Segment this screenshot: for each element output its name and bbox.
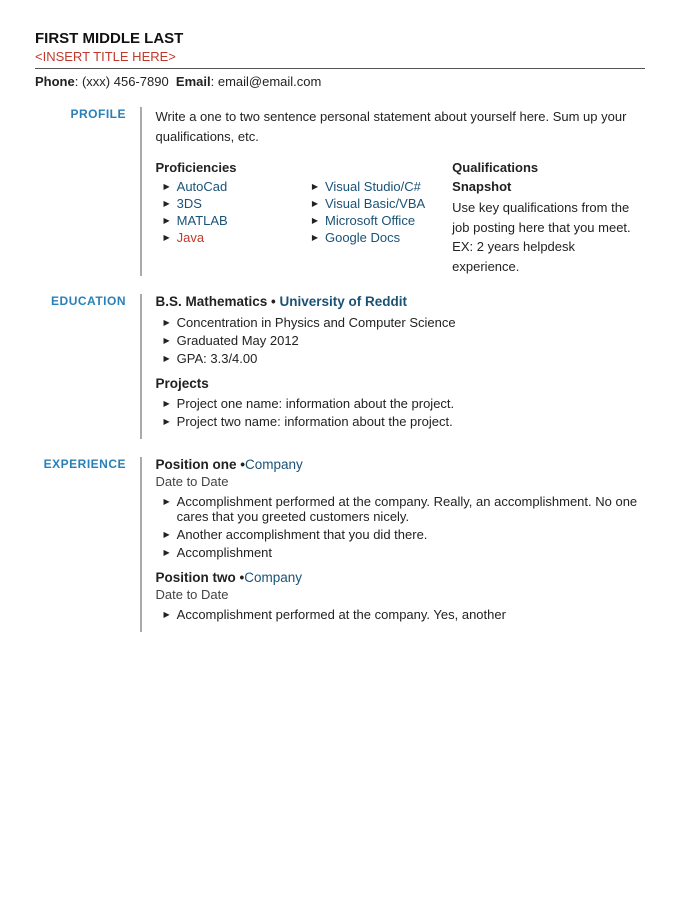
list-item: Visual Studio/C# bbox=[304, 179, 452, 194]
snapshot-title: Snapshot bbox=[452, 179, 645, 194]
position2-company: Company bbox=[244, 570, 302, 585]
projects-list: Project one name: information about the … bbox=[156, 396, 646, 429]
list-item: Project two name: information about the … bbox=[156, 414, 646, 429]
header: FIRST MIDDLE LAST <INSERT TITLE HERE> Ph… bbox=[35, 30, 645, 89]
profile-text: Write a one to two sentence personal sta… bbox=[156, 107, 646, 146]
education-section: EDUCATION B.S. Mathematics • University … bbox=[35, 294, 645, 439]
position1-company: Company bbox=[245, 457, 303, 472]
list-item: Project one name: information about the … bbox=[156, 396, 646, 411]
degree: B.S. Mathematics bbox=[156, 294, 268, 309]
position1-bullets: Accomplishment performed at the company.… bbox=[156, 494, 646, 560]
proficiencies-list2: Visual Studio/C# Visual Basic/VBA Micros… bbox=[304, 179, 452, 245]
university: University of Reddit bbox=[280, 294, 408, 309]
job-title: <INSERT TITLE HERE> bbox=[35, 49, 645, 64]
qualifications-col: Qualifications Snapshot Use key qualific… bbox=[452, 160, 645, 276]
list-item: Accomplishment performed at the company.… bbox=[156, 607, 646, 622]
list-item: Google Docs bbox=[304, 230, 452, 245]
list-item: 3DS bbox=[156, 196, 304, 211]
list-item: Concentration in Physics and Computer Sc… bbox=[156, 315, 646, 330]
list-item: Microsoft Office bbox=[304, 213, 452, 228]
email-address: email@email.com bbox=[218, 74, 322, 89]
experience-label: EXPERIENCE bbox=[35, 457, 140, 632]
list-item: Accomplishment bbox=[156, 545, 646, 560]
education-label: EDUCATION bbox=[35, 294, 140, 439]
experience-content: Position one •Company Date to Date Accom… bbox=[156, 457, 646, 632]
profile-content: Write a one to two sentence personal sta… bbox=[156, 107, 646, 276]
position2-name: Position two bbox=[156, 570, 236, 585]
list-item: Visual Basic/VBA bbox=[304, 196, 452, 211]
proficiencies-col1: Proficiencies AutoCad 3DS MATLAB Java bbox=[156, 160, 304, 276]
proficiencies-col2: Visual Studio/C# Visual Basic/VBA Micros… bbox=[304, 160, 452, 276]
list-item: Java bbox=[156, 230, 304, 245]
proficiencies-list1: AutoCad 3DS MATLAB Java bbox=[156, 179, 304, 245]
full-name: FIRST MIDDLE LAST bbox=[35, 30, 645, 47]
contact-info: Phone: (xxx) 456-7890 Email: email@email… bbox=[35, 74, 645, 89]
education-vline bbox=[140, 294, 142, 439]
proficiencies-row: Proficiencies AutoCad 3DS MATLAB Java Vi… bbox=[156, 160, 646, 276]
education-bullets: Concentration in Physics and Computer Sc… bbox=[156, 315, 646, 366]
header-divider bbox=[35, 68, 645, 69]
snapshot-text: Use key qualifications from the job post… bbox=[452, 198, 645, 276]
profile-label: PROFILE bbox=[35, 107, 140, 276]
position1-name: Position one bbox=[156, 457, 237, 472]
profile-section: PROFILE Write a one to two sentence pers… bbox=[35, 107, 645, 276]
list-item: AutoCad bbox=[156, 179, 304, 194]
position2-date: Date to Date bbox=[156, 587, 646, 602]
experience-vline bbox=[140, 457, 142, 632]
projects-title: Projects bbox=[156, 376, 646, 391]
email-label: Email bbox=[176, 74, 211, 89]
proficiencies-title: Proficiencies bbox=[156, 160, 304, 175]
experience-section: EXPERIENCE Position one •Company Date to… bbox=[35, 457, 645, 632]
list-item: Accomplishment performed at the company.… bbox=[156, 494, 646, 524]
position2-title: Position two •Company bbox=[156, 570, 646, 585]
education-content: B.S. Mathematics • University of Reddit … bbox=[156, 294, 646, 439]
list-item: Another accomplishment that you did ther… bbox=[156, 527, 646, 542]
qualifications-title: Qualifications bbox=[452, 160, 645, 175]
position1-date: Date to Date bbox=[156, 474, 646, 489]
profile-vline bbox=[140, 107, 142, 276]
position2-bullets: Accomplishment performed at the company.… bbox=[156, 607, 646, 622]
phone-label: Phone bbox=[35, 74, 75, 89]
list-item: GPA: 3.3/4.00 bbox=[156, 351, 646, 366]
list-item: MATLAB bbox=[156, 213, 304, 228]
degree-title: B.S. Mathematics • University of Reddit bbox=[156, 294, 646, 309]
position1-title: Position one •Company bbox=[156, 457, 646, 472]
phone-number: (xxx) 456-7890 bbox=[82, 74, 169, 89]
list-item: Graduated May 2012 bbox=[156, 333, 646, 348]
